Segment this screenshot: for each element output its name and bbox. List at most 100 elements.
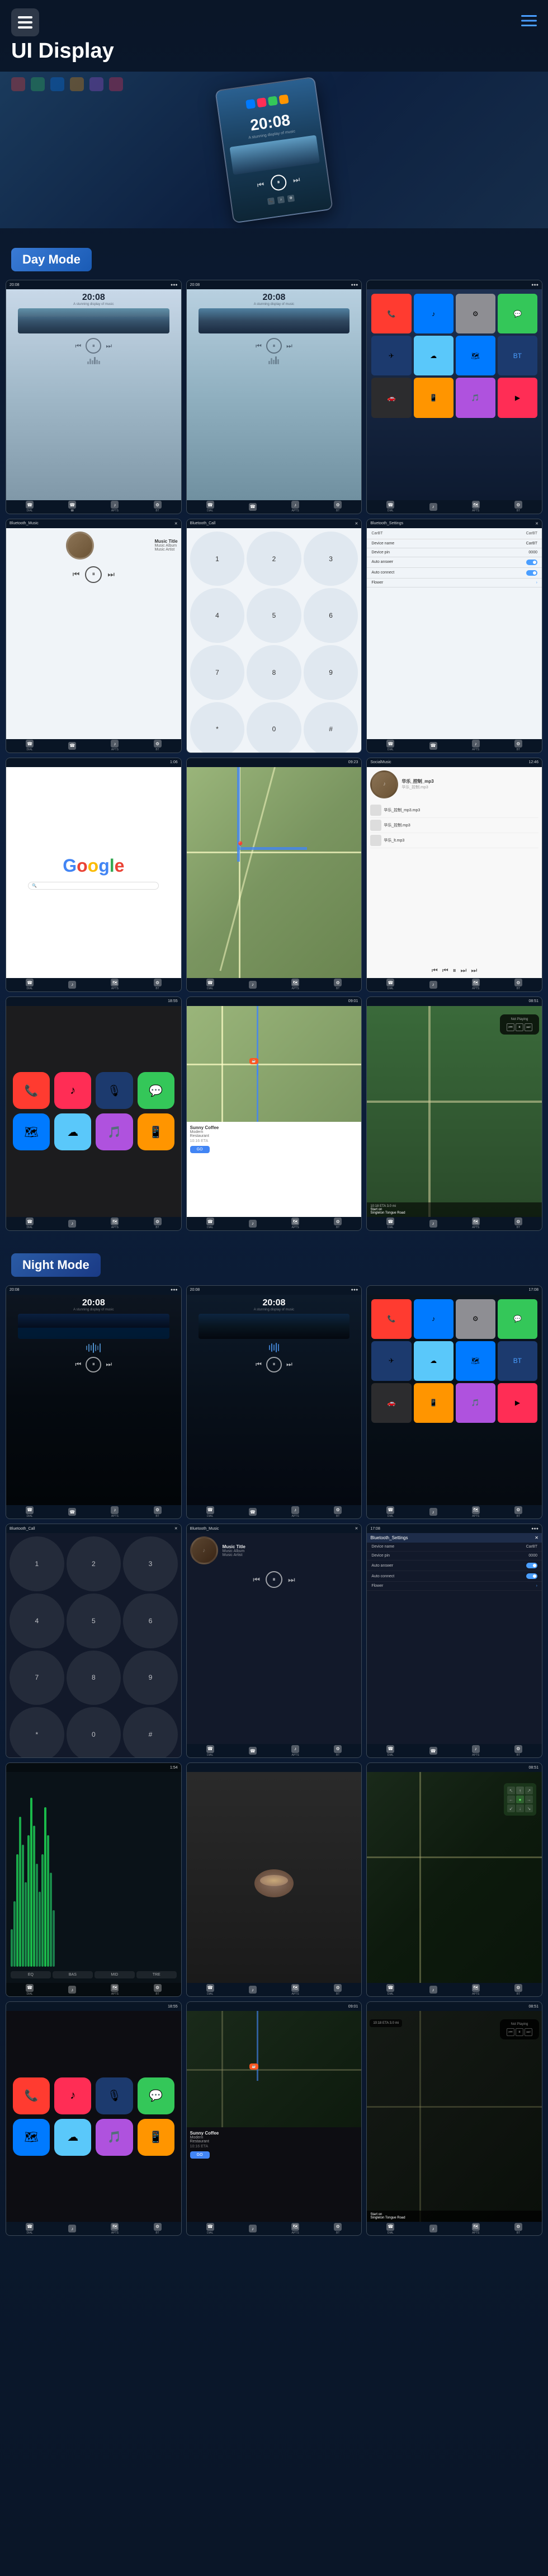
night-wave-screen: 1:54 [6, 1762, 182, 1997]
night-bottom-nav-8: ☎DIAL ♪ 🗺APTS ⚙BT [187, 1983, 362, 1996]
google-search-bar[interactable]: 🔍 [28, 882, 159, 890]
night-status-bar-4: Bluetooth_Call✕ [6, 1524, 181, 1533]
menu-lines-icon[interactable] [521, 15, 537, 30]
day-nav-not-playing: 08:51 Not Playing ⏮ ⏸ ⏭ [366, 996, 542, 1231]
night-bt-icon[interactable]: BT [498, 1341, 537, 1381]
device-pin-row: Device pin0000 [367, 548, 542, 557]
spotify-cp-icon[interactable]: 🎵 [96, 1113, 133, 1150]
phone-cp-icon[interactable]: 📞 [13, 1072, 50, 1109]
night-settings-icon[interactable]: ⚙ [456, 1299, 495, 1339]
night-auto-answer-toggle[interactable] [526, 1563, 537, 1568]
night-telegram-icon[interactable]: ✈ [371, 1341, 411, 1381]
day-music-screen-2: 20:08●●● 20:08 A stunning display of mus… [186, 280, 362, 514]
music-cp-icon[interactable]: ♪ [54, 1072, 91, 1109]
messages-icon[interactable]: 💬 [498, 294, 537, 333]
night-social-icon[interactable]: 📱 [414, 1383, 453, 1423]
night-bottom-nav-12: ☎DIAL ♪ 🗺APTS ⚙BT [367, 2222, 542, 2235]
day-restaurant-screen: 09:01 ☕ Sunny Coffee Moder [186, 996, 362, 1231]
social-icon[interactable]: 📱 [414, 378, 453, 417]
messages-cp-icon[interactable]: 💬 [138, 1072, 174, 1109]
podcast-cp-icon[interactable]: 🎙 [96, 1072, 133, 1109]
night-status-bar-10: 18:55 [6, 2002, 181, 2011]
night-status-bar-1: 20:08●●● [6, 1286, 181, 1295]
night-spotify-icon[interactable]: 🎵 [456, 1383, 495, 1423]
status-bar-8: 09:23 [187, 758, 362, 767]
night-music-screen-1: 20:08●●● 20:08 A stunning display of mus… [6, 1285, 182, 1520]
night-carplay-icon[interactable]: 🚗 [371, 1383, 411, 1423]
day-map-screen: 09:23 📍 [186, 758, 362, 992]
auto-connect-toggle[interactable] [526, 570, 537, 576]
song-item-3[interactable]: 华乐_lt.mp3 [370, 833, 538, 848]
status-bar-11: 09:01 [187, 997, 362, 1006]
night-music-icon[interactable]: ♪ [414, 1299, 453, 1339]
night-nav-screen: 08:51 ↖ ↑ ↗ ← [366, 1762, 542, 1997]
night-weather-icon[interactable]: ☁ [414, 1341, 453, 1381]
telegram-icon[interactable]: ✈ [371, 336, 411, 375]
overcast-cp-icon[interactable]: ☁ [54, 1113, 91, 1150]
bottom-nav-7: ☎DIAL ♪ 🗺APTS ⚙BT [6, 978, 181, 991]
go-button[interactable]: GO [190, 1146, 210, 1153]
night-flower-row[interactable]: Flower › [367, 1582, 542, 1591]
bottom-nav-8: ☎DIAL ♪ 🗺APTS ⚙BT [187, 978, 362, 991]
music-app-icon[interactable]: ♪ [414, 294, 453, 333]
night-auto-answer-row[interactable]: Auto answer [367, 1560, 542, 1571]
night-status-bar-7: 1:54 [6, 1763, 181, 1772]
bt-icon[interactable]: BT [498, 336, 537, 375]
night-device-pin-row: Device pin0000 [367, 1552, 542, 1560]
weather-icon[interactable]: ☁ [414, 336, 453, 375]
auto-answer-toggle[interactable] [526, 560, 537, 565]
restaurant-name: Sunny Coffee [190, 1125, 358, 1130]
time-display-2: 20:08 [263, 293, 286, 303]
night-maps-icon[interactable]: 🗺 [456, 1341, 495, 1381]
night-album-art: ♪ [190, 1536, 218, 1564]
status-bar-1: 20:08●●● [6, 280, 181, 289]
night-mode-section: Night Mode 20:08●●● 20:08 A stunning dis… [0, 1245, 548, 2250]
night-status-bar-2: 20:08●●● [187, 1286, 362, 1295]
music-subtitle-day: A stunning display of music [73, 303, 114, 306]
night-restaurant-screen: 09:01 ☕ Sunny Coffee Modern Restaurant 1… [186, 2001, 362, 2236]
settings-icon[interactable]: ⚙ [456, 294, 495, 333]
day-bluetooth-call: Bluetooth_Call✕ 1 2 3 4 5 6 7 8 9 * [186, 519, 362, 753]
maps-icon[interactable]: 🗺 [456, 336, 495, 375]
night-youtube-icon[interactable]: ▶ [498, 1383, 537, 1423]
bottom-nav-11: ☎DIAL ♪ 🗺APTS ⚙BT [187, 1217, 362, 1230]
time-display: 20:08 [82, 293, 105, 303]
night-go-button[interactable]: GO [190, 2151, 210, 2159]
song-item-2[interactable]: 华乐_控制.mp3 [370, 818, 538, 833]
day-app-grid: ●●● 📞 ♪ ⚙ 💬 ✈ ☁ 🗺 BT 🚗 📱 🎵 ▶ [366, 280, 542, 514]
hero-display: 20:08 A stunning display of music ⏮ ⏸ ⏭ … [0, 72, 548, 228]
night-bottom-nav-10: ☎DIAL ♪ 🗺APTS ⚙BT [6, 2222, 181, 2235]
night-status-bar-8 [187, 1763, 362, 1772]
night-bottom-nav-9: ☎DIAL ♪ 🗺APTS ⚙BT [367, 1983, 542, 1996]
bottom-nav-3: ☎DIAL ♪ 🗺APTS ⚙BT [367, 500, 542, 514]
night-auto-connect-toggle[interactable] [526, 1573, 537, 1579]
auto-connect-row[interactable]: Auto connect [367, 568, 542, 579]
night-carplay-screen: 18:55 📞 ♪ 🎙 💬 🗺 ☁ 🎵 📱 ☎DIAL ♪ 🗺APTS ⚙ [6, 2001, 182, 2236]
carplay-icon[interactable]: 🚗 [371, 378, 411, 417]
day-mode-section: Day Mode 20:08●●● 20:08 A stunning displ… [0, 239, 548, 1245]
app-header [0, 0, 548, 39]
song-item-1[interactable]: 华乐_控制_mp3.mp3 [370, 803, 538, 818]
night-phone-icon[interactable]: 📞 [371, 1299, 411, 1339]
night-bluetooth-call: Bluetooth_Call✕ 1 2 3 4 5 6 7 8 9 * 0 [6, 1524, 182, 1758]
night-status-bar-9: 08:51 [367, 1763, 542, 1772]
day-mode-label: Day Mode [11, 248, 92, 271]
day-bluetooth-music: Bluetooth_Music✕ Music Title Music Album… [6, 519, 182, 753]
night-device-name-row: Device nameCarBT [367, 1543, 542, 1552]
night-nav-not-playing: 08:51 Not Playing ⏮ ⏸ ⏭ [366, 2001, 542, 2236]
youtube-icon[interactable]: ▶ [498, 378, 537, 417]
hero-device-mockup: 20:08 A stunning display of music ⏮ ⏸ ⏭ … [215, 77, 333, 224]
day-social-music: SocialMusic12:46 ♪ 华乐_控制_mp3 华乐_控制.mp3 [366, 758, 542, 992]
phone-app-icon[interactable]: 📞 [371, 294, 411, 333]
night-bottom-nav-3: ☎DIAL ♪ 🗺APTS ⚙BT [367, 1505, 542, 1519]
night-food-screen: ☎DIAL ♪ 🗺APTS ⚙BT [186, 1762, 362, 1997]
night-status-bar-3: 17:08 [367, 1286, 542, 1295]
logo-area [11, 8, 39, 36]
night-messages-icon[interactable]: 💬 [498, 1299, 537, 1339]
waze-cp-icon[interactable]: 📱 [138, 1113, 174, 1150]
auto-answer-row[interactable]: Auto answer [367, 557, 542, 568]
spotify-icon[interactable]: 🎵 [456, 378, 495, 417]
night-auto-connect-row[interactable]: Auto connect [367, 1571, 542, 1582]
maps-cp-icon[interactable]: 🗺 [13, 1113, 50, 1150]
flower-row[interactable]: Flower › [367, 579, 542, 587]
